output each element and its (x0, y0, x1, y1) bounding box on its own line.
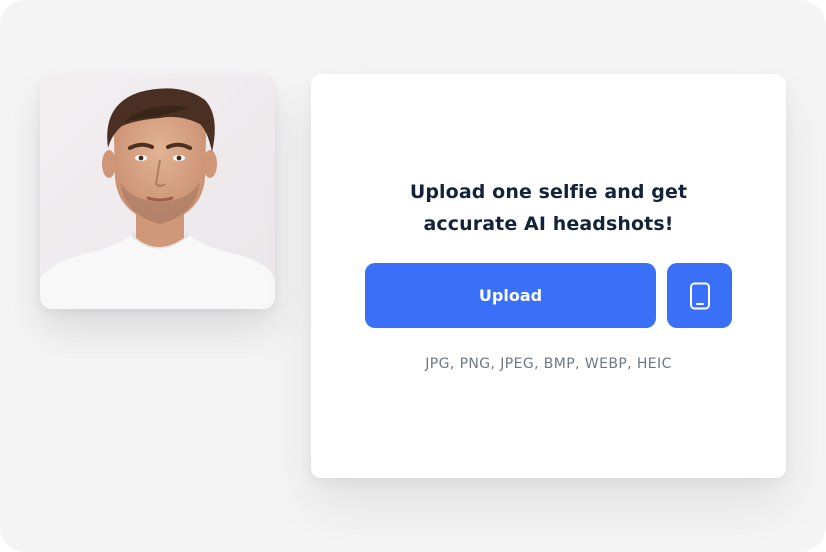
portrait-image (40, 74, 275, 309)
supported-formats-text: JPG, PNG, JPEG, BMP, WEBP, HEIC (425, 356, 672, 372)
upload-card: Upload one selfie and get accurate AI he… (311, 74, 786, 478)
headline-line-2: accurate AI headshots! (423, 213, 674, 235)
upload-headline: Upload one selfie and get accurate AI he… (311, 176, 786, 240)
upload-button-label: Upload (478, 286, 543, 305)
headline-line-1: Upload one selfie and get (409, 181, 688, 203)
smartphone-icon (689, 282, 710, 309)
sample-selfie-photo (40, 74, 275, 309)
upload-button[interactable]: Upload (365, 263, 656, 328)
page-background: Upload one selfie and get accurate AI he… (0, 0, 826, 552)
upload-from-phone-button[interactable] (667, 263, 732, 328)
